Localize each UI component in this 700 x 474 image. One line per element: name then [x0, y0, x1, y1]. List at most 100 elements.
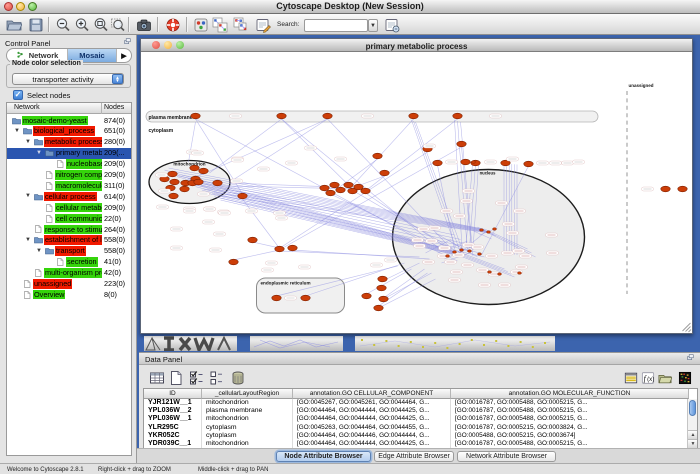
- network-node[interactable]: [409, 113, 418, 119]
- help-icon[interactable]: [164, 16, 182, 33]
- tree-row[interactable]: Overview8(0): [7, 289, 131, 300]
- network-canvas[interactable]: plasma membranecytoplasmmitochondrionend…: [141, 52, 692, 333]
- table-column-header[interactable]: annotation.GO CELLULAR_COMPONENT: [293, 389, 451, 399]
- unselect-attributes-icon[interactable]: [208, 369, 225, 386]
- network-node[interactable]: [248, 237, 257, 243]
- network-node[interactable]: [238, 193, 247, 199]
- network-node[interactable]: [194, 179, 203, 185]
- table-cell[interactable]: [GO:0016787, GO:0005488, GO:0005215, G..…: [451, 407, 688, 415]
- network-overlap-w-icon[interactable]: [232, 16, 250, 33]
- network-node-small[interactable]: [487, 231, 491, 234]
- tab-edge-attribute-browser[interactable]: Edge Attribute Browser: [374, 451, 454, 462]
- save-session-icon[interactable]: [27, 16, 45, 33]
- tree-expander-icon[interactable]: ▼: [25, 237, 31, 244]
- network-node[interactable]: [377, 285, 386, 291]
- table-cell[interactable]: YJR121W__1: [144, 399, 201, 407]
- network-node[interactable]: [272, 295, 281, 301]
- tree-expander-icon[interactable]: ▼: [25, 193, 31, 200]
- tab-node-attribute-browser[interactable]: Node Attribute Browser: [276, 451, 371, 462]
- network-node[interactable]: [453, 113, 462, 119]
- tree-row[interactable]: cellular metabolic pro209(0): [7, 202, 131, 213]
- zoom-fit-icon[interactable]: [109, 16, 127, 33]
- network-node[interactable]: [168, 171, 177, 177]
- network-node[interactable]: [191, 113, 200, 119]
- network-node[interactable]: [433, 160, 442, 166]
- network-node[interactable]: [361, 188, 370, 194]
- node-color-dropdown-stepper[interactable]: ▲▼: [112, 74, 123, 84]
- network-node[interactable]: [199, 168, 208, 174]
- table-cell[interactable]: [GO:0044464, GO:0044444, GO:0044425, G..…: [293, 407, 450, 415]
- select-nodes-checkbox[interactable]: ✓: [13, 90, 23, 100]
- network-node[interactable]: [678, 186, 687, 192]
- network-node[interactable]: [373, 153, 382, 159]
- resize-grip-icon[interactable]: [683, 323, 692, 332]
- tree-row[interactable]: cell communication22(0): [7, 213, 131, 224]
- network-node[interactable]: [461, 159, 470, 165]
- snapshot-icon[interactable]: [135, 16, 153, 33]
- table-cell[interactable]: mitochondrion: [202, 415, 292, 423]
- search-dropdown-button[interactable]: ▼: [368, 19, 378, 32]
- data-panel-titlebar[interactable]: Data Panel: [139, 353, 700, 365]
- tree-expander-icon[interactable]: ▼: [36, 150, 42, 157]
- tree-row[interactable]: ▼cellular process614(0): [7, 191, 131, 202]
- zoom-selected-icon[interactable]: [92, 16, 110, 33]
- attribute-table-icon[interactable]: [148, 369, 165, 386]
- network-tree-header[interactable]: Network Nodes: [7, 103, 131, 114]
- network-node[interactable]: [277, 113, 286, 119]
- annotation-icon[interactable]: [254, 16, 272, 33]
- network-node[interactable]: [190, 165, 199, 171]
- window-titlebar[interactable]: Cytoscape Desktop (New Session): [0, 0, 700, 14]
- tree-row[interactable]: nucleobase-containing209(0): [7, 159, 131, 170]
- heatmap-icon[interactable]: [676, 369, 693, 386]
- tree-expander-icon[interactable]: ▼: [25, 139, 31, 146]
- network-node[interactable]: [379, 296, 388, 302]
- network-node[interactable]: [170, 179, 179, 185]
- data-panel-float-icon[interactable]: [687, 354, 697, 363]
- tree-row[interactable]: ▼establishment of local558(0): [7, 235, 131, 246]
- network-node-small[interactable]: [488, 271, 492, 274]
- table-cell[interactable]: plasma membrane: [202, 407, 292, 415]
- tree-row[interactable]: ▼metabolic process280(0): [7, 137, 131, 148]
- scroll-up-icon[interactable]: ▲: [688, 430, 698, 439]
- tree-expander-icon[interactable]: ▼: [36, 248, 42, 255]
- tree-row[interactable]: ▼biological_process651(0): [7, 126, 131, 137]
- table-cell[interactable]: [GO:0045267, GO:0045261, GO:0044464, G..…: [293, 399, 450, 407]
- tree-row[interactable]: ▼transport558(0): [7, 246, 131, 257]
- table-cell[interactable]: [GO:0044464, GO:0044446, GO:0044444, G..…: [293, 432, 450, 440]
- tree-row[interactable]: secretion41(0): [7, 257, 131, 268]
- network-node[interactable]: [169, 193, 178, 199]
- network-node-small[interactable]: [518, 272, 522, 275]
- table-cell[interactable]: YDR039C__1: [144, 440, 201, 448]
- scroll-down-icon[interactable]: ▼: [688, 439, 698, 448]
- tree-row[interactable]: response to stimulus264(0): [7, 224, 131, 235]
- tab-overflow-button[interactable]: ▶: [116, 49, 131, 62]
- network-node[interactable]: [275, 246, 284, 252]
- select-attributes-icon[interactable]: [188, 369, 205, 386]
- table-cell[interactable]: [GO:0016787, GO:0005488, GO:0005215, G..…: [451, 440, 688, 448]
- network-overlap-n-icon[interactable]: [211, 16, 229, 33]
- table-cell[interactable]: [GO:0044464, GO:0044444, GO:0044425, G..…: [293, 415, 450, 423]
- zoom-out-icon[interactable]: [54, 16, 72, 33]
- network-node[interactable]: [374, 305, 383, 311]
- network-node[interactable]: [378, 276, 387, 282]
- tree-row[interactable]: macromolecule metab311(0): [7, 180, 131, 191]
- table-cell[interactable]: [GO:0045263, GO:0044464, GO:0044455, G..…: [293, 424, 450, 432]
- network-node[interactable]: [288, 245, 297, 251]
- tree-row[interactable]: ▼primary metabolic process209(...: [7, 148, 131, 159]
- network-node[interactable]: [380, 170, 389, 176]
- table-cell[interactable]: [GO:0044464, GO:0044444, GO:0044425, G..…: [293, 440, 450, 448]
- table-scrollbar[interactable]: ▲▼: [687, 399, 697, 448]
- tab-network-attribute-browser[interactable]: Network Attribute Browser: [457, 451, 556, 462]
- table-cell[interactable]: YLR295C: [144, 424, 201, 432]
- table-cell[interactable]: mitochondrion: [202, 440, 292, 448]
- table-column-header[interactable]: _cellularLayoutRegion: [202, 389, 293, 399]
- network-frame-titlebar[interactable]: primary metabolic process: [141, 39, 692, 52]
- network-node[interactable]: [336, 187, 345, 193]
- network-node-small[interactable]: [472, 161, 476, 164]
- network-node-small[interactable]: [453, 251, 457, 254]
- function-builder-icon[interactable]: f(x): [639, 369, 656, 386]
- control-panel-float-icon[interactable]: [124, 38, 134, 47]
- table-column-header[interactable]: ID: [144, 389, 202, 399]
- table-column-header[interactable]: annotation.GO MOLECULAR_FUNCTION: [451, 389, 689, 399]
- network-node-small[interactable]: [493, 228, 497, 231]
